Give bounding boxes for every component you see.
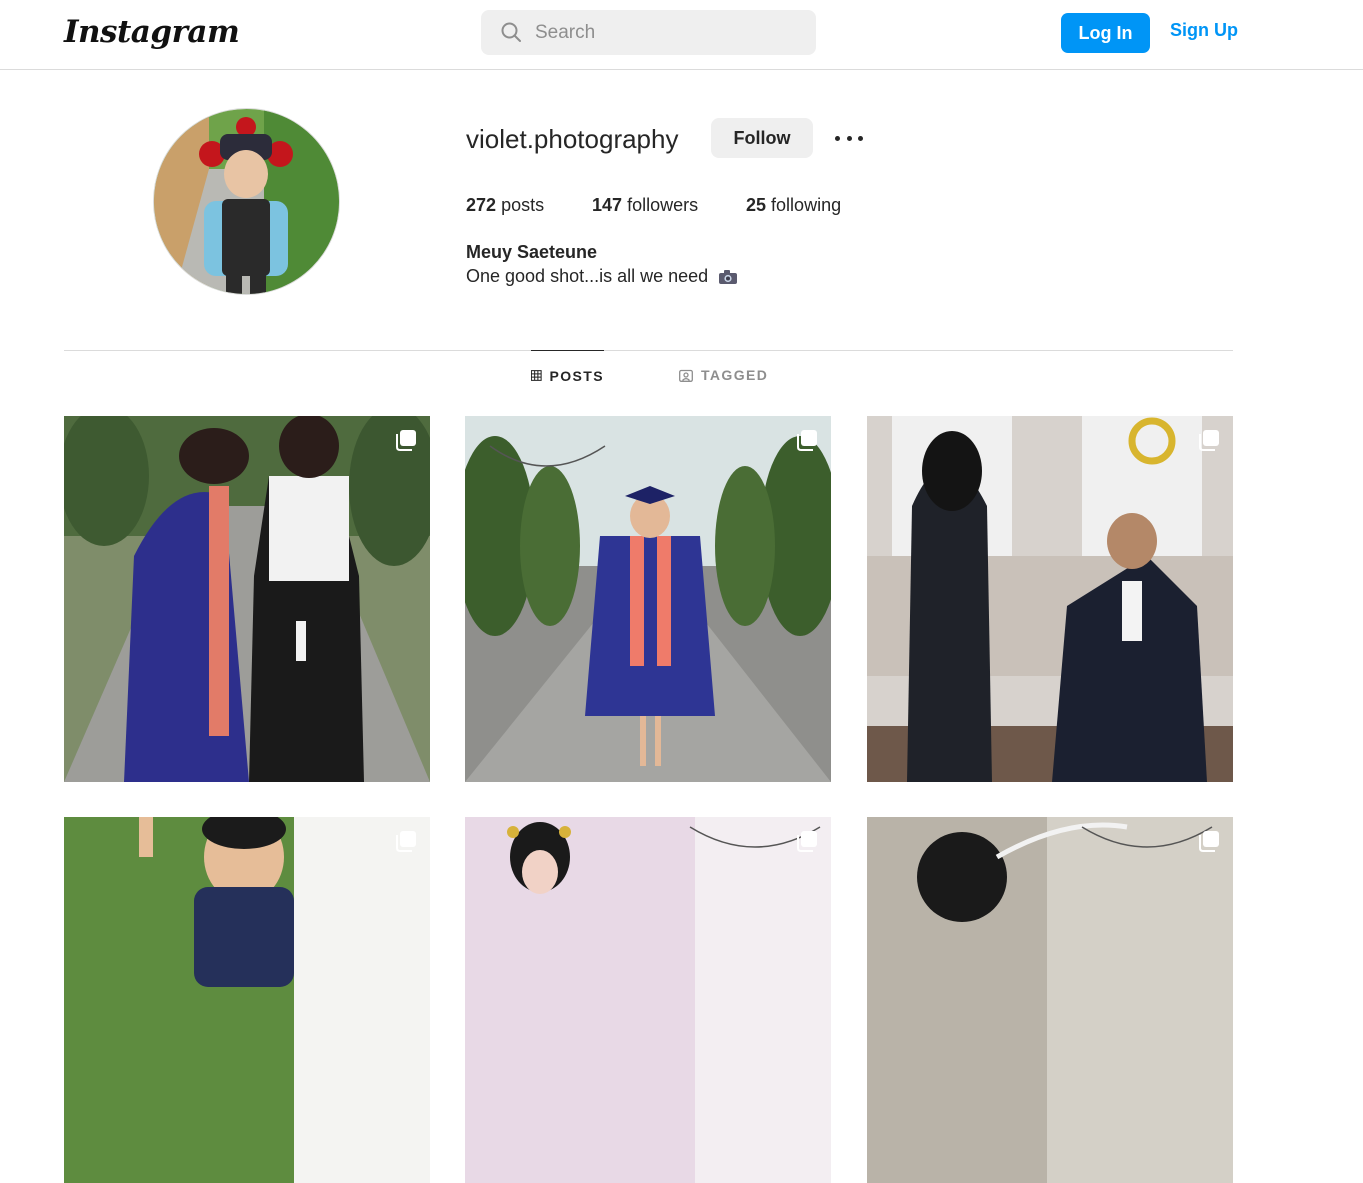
followers-stat[interactable]: 147 followers xyxy=(592,195,698,216)
profile-username: violet.photography xyxy=(466,124,679,154)
profile-bio-text: One good shot...is all we need xyxy=(466,266,709,286)
tab-tagged-label: TAGGED xyxy=(701,367,769,383)
tab-posts[interactable]: POSTS xyxy=(531,350,604,400)
post-tile[interactable] xyxy=(465,817,831,1183)
more-dot xyxy=(835,135,840,141)
posts-count: 272 xyxy=(466,195,497,215)
multiple-photos-icon xyxy=(1199,430,1219,451)
more-dot xyxy=(858,135,863,141)
login-button[interactable]: Log In xyxy=(1061,13,1150,53)
multiple-photos-icon xyxy=(1199,831,1219,852)
profile-avatar[interactable] xyxy=(153,108,340,295)
posts-stat: 272 posts xyxy=(466,195,544,216)
instagram-logo[interactable]: Instagram xyxy=(64,14,240,50)
following-stat-label: following xyxy=(771,195,842,215)
post-tile[interactable] xyxy=(867,416,1233,782)
signup-link[interactable]: Sign Up xyxy=(1170,20,1238,41)
multiple-photos-icon xyxy=(396,831,416,852)
post-tile[interactable] xyxy=(465,416,831,782)
following-stat[interactable]: 25 following xyxy=(746,195,841,216)
followers-stat-label: followers xyxy=(627,195,699,215)
tabs-divider xyxy=(64,350,1233,351)
grid-icon xyxy=(531,370,542,381)
search-input[interactable] xyxy=(535,10,805,55)
post-photo-proposal xyxy=(867,416,1233,782)
more-options-button[interactable] xyxy=(832,126,866,150)
posts-stat-label: posts xyxy=(501,195,545,215)
post-tile[interactable] xyxy=(867,817,1233,1183)
followers-count: 147 xyxy=(592,195,623,215)
search-box[interactable] xyxy=(481,10,816,55)
post-photo-hooded-figure xyxy=(867,817,1233,1183)
post-photo-girl-portrait xyxy=(465,817,831,1183)
post-tile[interactable] xyxy=(64,416,430,782)
profile-full-name: Meuy Saeteune xyxy=(466,242,598,262)
multiple-photos-icon xyxy=(797,831,817,852)
post-tile[interactable] xyxy=(64,817,430,1183)
tab-posts-label: POSTS xyxy=(549,367,604,384)
multiple-photos-icon xyxy=(797,430,817,451)
post-photo-graduate-portrait xyxy=(465,416,831,782)
post-photo-child-peace-sign xyxy=(64,817,430,1183)
tab-tagged[interactable]: TAGGED xyxy=(679,350,768,400)
top-navigation-bar: Instagram Log In Sign Up xyxy=(0,0,1363,70)
multiple-photos-icon xyxy=(396,430,416,451)
avatar-photo xyxy=(154,109,339,294)
following-count: 25 xyxy=(746,195,767,215)
post-photo-graduation-cap xyxy=(64,416,430,782)
tagged-icon xyxy=(679,369,693,382)
profile-bio: One good shot...is all we need xyxy=(466,266,738,287)
camera-icon xyxy=(719,270,738,284)
search-icon xyxy=(501,22,521,42)
follow-button[interactable]: Follow xyxy=(711,118,813,158)
more-dot xyxy=(846,135,852,141)
